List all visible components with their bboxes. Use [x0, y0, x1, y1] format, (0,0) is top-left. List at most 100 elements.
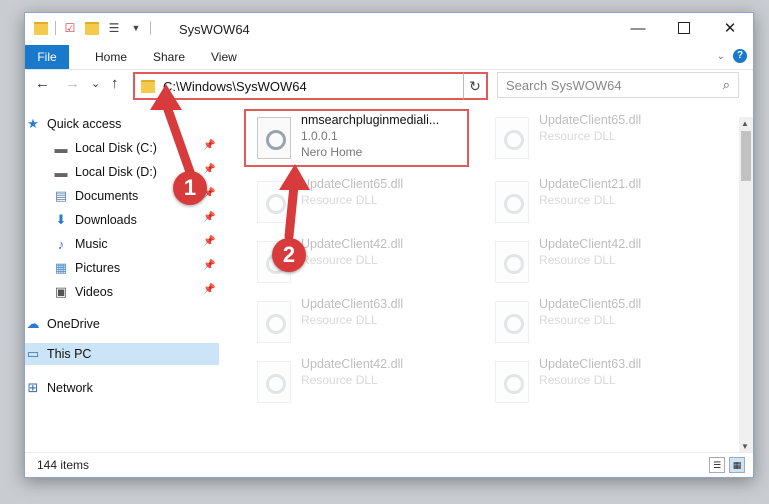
file-item[interactable]: UpdateClient63.dll Resource DLL [485, 353, 715, 409]
title-bar: ☑ ☰ ▼ SysWOW64 — ✕ [25, 13, 753, 45]
pin-icon[interactable]: 📌 [203, 140, 215, 151]
star-icon: ★ [27, 116, 39, 131]
folder-icon[interactable] [33, 20, 49, 36]
file-description: Resource DLL [301, 313, 378, 327]
file-item[interactable]: UpdateClient21.dll Resource DLL [485, 173, 715, 229]
file-name: UpdateClient42.dll [301, 237, 404, 251]
dll-file-icon [495, 301, 529, 343]
sidebar-item-label: Local Disk (C:) [75, 141, 157, 155]
details-view-icon[interactable]: ☰ [709, 457, 725, 473]
properties-icon[interactable]: ☑ [62, 20, 78, 36]
quick-access-toolbar: ☑ ☰ ▼ [33, 20, 151, 36]
tab-view[interactable]: View [201, 45, 247, 69]
dll-file-icon [257, 181, 291, 223]
forward-button[interactable]: → [65, 75, 80, 92]
sidebar-item-label: Music [75, 237, 108, 251]
sidebar-item-local-disk-c[interactable]: ▬ Local Disk (C:) [53, 137, 157, 159]
scroll-thumb[interactable] [741, 131, 751, 181]
window-title: SysWOW64 [179, 22, 250, 37]
sidebar-item-label: Pictures [75, 261, 121, 275]
close-button[interactable]: ✕ [707, 13, 753, 43]
maximize-button[interactable] [661, 13, 707, 43]
pin-icon[interactable]: 📌 [203, 236, 215, 247]
sidebar-item-local-disk-d[interactable]: ▬ Local Disk (D:) [53, 161, 157, 183]
divider [55, 21, 56, 35]
file-description: Resource DLL [539, 373, 616, 387]
status-bar: 144 items ☰ ▦ [25, 452, 753, 477]
ribbon-tabs: File Home Share View ⌄ ? [25, 45, 753, 70]
pin-icon[interactable]: 📌 [203, 212, 215, 223]
sidebar-item-downloads[interactable]: ⬇ Downloads [53, 209, 137, 231]
search-icon: ⌕ [722, 77, 730, 92]
file-description: Resource DLL [539, 129, 616, 143]
computer-icon: ▭ [26, 346, 40, 361]
tab-share[interactable]: Share [143, 45, 195, 69]
sidebar-item-label: Quick access [47, 117, 122, 131]
file-name: UpdateClient63.dll [301, 297, 404, 311]
scroll-up-icon[interactable]: ▲ [741, 119, 749, 128]
minimize-button[interactable]: — [615, 13, 661, 43]
back-button[interactable]: ← [35, 75, 50, 92]
file-item[interactable]: UpdateClient63.dll Resource DLL [247, 293, 477, 349]
sidebar-item-label: Local Disk (D:) [75, 165, 157, 179]
chevron-down-icon[interactable]: ▼ [128, 20, 144, 36]
file-description: Resource DLL [301, 253, 378, 267]
file-item[interactable]: UpdateClient65.dll Resource DLL [485, 293, 715, 349]
file-item[interactable]: UpdateClient42.dll Resource DLL [247, 353, 477, 409]
sidebar-item-this-pc[interactable]: ▭ This PC [25, 343, 219, 365]
dll-file-icon [257, 301, 291, 343]
maximize-icon [678, 22, 690, 34]
tiles-view-icon[interactable]: ▦ [729, 457, 745, 473]
sidebar-item-music[interactable]: ♪ Music [53, 233, 108, 255]
pin-icon[interactable]: 📌 [203, 164, 215, 175]
sidebar-item-label: OneDrive [47, 317, 100, 331]
up-button[interactable]: ↑ [111, 75, 119, 92]
chevron-down-icon[interactable]: ⌄ [717, 51, 725, 62]
search-placeholder: Search SysWOW64 [506, 77, 622, 93]
customize-icon[interactable]: ☰ [106, 20, 122, 36]
file-name: UpdateClient65.dll [301, 177, 404, 191]
sidebar-item-documents[interactable]: ▤ Documents [53, 185, 138, 207]
folder-icon [141, 79, 155, 93]
sidebar-item-network[interactable]: ⊞ Network [25, 377, 93, 399]
drive-icon: ▬ [54, 164, 68, 180]
pin-icon[interactable]: 📌 [203, 284, 215, 295]
step-2-badge: 2 [272, 238, 306, 272]
recent-locations-button[interactable]: ⌄ [91, 77, 100, 90]
sidebar-item-onedrive[interactable]: ☁ OneDrive [25, 313, 100, 335]
sidebar-item-label: Downloads [75, 213, 137, 227]
sidebar-item-label: Videos [75, 285, 113, 299]
scroll-down-icon[interactable]: ▼ [741, 442, 749, 451]
step-1-badge: 1 [173, 171, 207, 205]
refresh-button[interactable]: ↻ [463, 72, 488, 100]
pin-icon[interactable]: 📌 [203, 260, 215, 271]
help-icon[interactable]: ? [733, 49, 747, 63]
music-icon: ♪ [57, 236, 65, 252]
file-description: Resource DLL [539, 193, 616, 207]
file-description: Resource DLL [301, 373, 378, 387]
dll-file-icon [495, 361, 529, 403]
view-switcher: ☰ ▦ [709, 457, 745, 473]
network-icon: ⊞ [27, 380, 39, 395]
vertical-scrollbar[interactable]: ▲ ▼ [739, 117, 753, 453]
sidebar-item-label: Documents [75, 189, 139, 203]
dll-file-icon [495, 241, 529, 283]
tab-file[interactable]: File [25, 45, 69, 69]
search-input[interactable]: Search SysWOW64 ⌕ [497, 72, 739, 98]
sidebar-item-pictures[interactable]: ▦ Pictures [53, 257, 120, 279]
file-item[interactable]: UpdateClient65.dll Resource DLL [485, 109, 715, 165]
sidebar-item-quick-access[interactable]: ★ Quick access [25, 113, 121, 135]
file-item[interactable]: UpdateClient65.dll Resource DLL [247, 173, 477, 229]
videos-icon: ▣ [54, 284, 68, 299]
cloud-icon: ☁ [26, 316, 40, 331]
documents-icon: ▤ [54, 188, 68, 203]
sidebar-item-label: Network [47, 381, 93, 395]
item-count: 144 items [37, 458, 90, 472]
tab-home[interactable]: Home [85, 45, 137, 69]
file-item[interactable]: UpdateClient42.dll Resource DLL [485, 233, 715, 289]
navigation-bar: ← → ⌄ ↑ C:\Windows\SysWOW64 ⌄ ↻ Search S… [25, 70, 753, 100]
address-bar[interactable]: C:\Windows\SysWOW64 ⌄ [133, 72, 487, 100]
sidebar-item-videos[interactable]: ▣ Videos [53, 281, 113, 303]
new-folder-icon[interactable] [84, 20, 100, 36]
downloads-icon: ⬇ [55, 212, 67, 227]
